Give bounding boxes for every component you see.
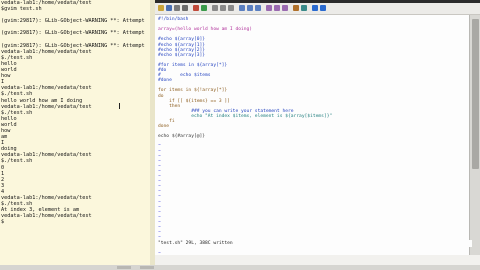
run-script-icon[interactable] bbox=[282, 5, 288, 11]
save-session-icon[interactable] bbox=[274, 5, 280, 11]
code-line: echo ${#array[@]} bbox=[158, 134, 206, 140]
find-next-icon[interactable] bbox=[247, 5, 253, 11]
terminal-output: vedata-lab1:/home/vedata/test $gvim test.… bbox=[0, 0, 155, 225]
terminal-line: (gvim:29817): GLib-GObject-WARNING **: A… bbox=[1, 18, 145, 25]
code-line: #echo ${array[3]} bbox=[158, 52, 206, 58]
undo-icon[interactable] bbox=[193, 5, 199, 11]
editor-scrollbar[interactable] bbox=[469, 15, 480, 255]
paste-icon[interactable] bbox=[228, 5, 234, 11]
copy-icon[interactable] bbox=[220, 5, 226, 11]
shell-icon[interactable] bbox=[301, 5, 307, 11]
terminal-line: (gvim:29817): GLib-GObject-WARNING **: A… bbox=[1, 30, 145, 37]
code-line: #!/bin/bash bbox=[158, 17, 189, 22]
redo-icon[interactable] bbox=[201, 5, 207, 11]
gvim-window[interactable]: #!/bin/bash array=(hello world how am I d… bbox=[155, 0, 480, 270]
help-icon[interactable] bbox=[312, 5, 318, 11]
taskbar bbox=[0, 265, 480, 270]
code-line: array=(hello world how am I doing) bbox=[158, 27, 253, 33]
gvim-toolbar bbox=[155, 3, 480, 15]
find-help-icon[interactable] bbox=[320, 5, 326, 11]
status-line: "test.sh" 29L, 388C written bbox=[155, 240, 472, 247]
terminal-line: (gvim:29817): GLib-GObject-WARNING **: A… bbox=[1, 42, 145, 49]
code-area[interactable]: #!/bin/bash array=(hello world how am I d… bbox=[155, 15, 469, 256]
code-line: #for items in ${array[*]} bbox=[158, 62, 228, 68]
open-file-icon[interactable] bbox=[158, 5, 164, 11]
terminal-line: $ bbox=[1, 219, 5, 226]
find-prev-icon[interactable] bbox=[255, 5, 261, 11]
taskbar-item-terminal[interactable] bbox=[117, 266, 131, 269]
save-icon[interactable] bbox=[166, 5, 172, 11]
code-line: for items in ${!array[*]} bbox=[158, 88, 228, 94]
terminal-window[interactable]: vedata-lab1:/home/vedata/test $gvim test.… bbox=[0, 0, 155, 265]
print-icon[interactable] bbox=[182, 5, 188, 11]
code-line: done bbox=[158, 124, 170, 130]
code-line: #done bbox=[158, 78, 172, 84]
load-session-icon[interactable] bbox=[266, 5, 272, 11]
save-all-icon[interactable] bbox=[174, 5, 180, 11]
empty-line-marker: ~ bbox=[158, 250, 161, 256]
scrollbar-thumb[interactable] bbox=[472, 19, 479, 169]
code-line: echo "At index $items, element is ${arra… bbox=[158, 113, 333, 119]
make-icon[interactable] bbox=[293, 5, 299, 11]
taskbar-item-gvim[interactable] bbox=[140, 266, 154, 269]
text-cursor-icon bbox=[119, 103, 120, 109]
cut-icon[interactable] bbox=[212, 5, 218, 11]
find-icon[interactable] bbox=[239, 5, 245, 11]
